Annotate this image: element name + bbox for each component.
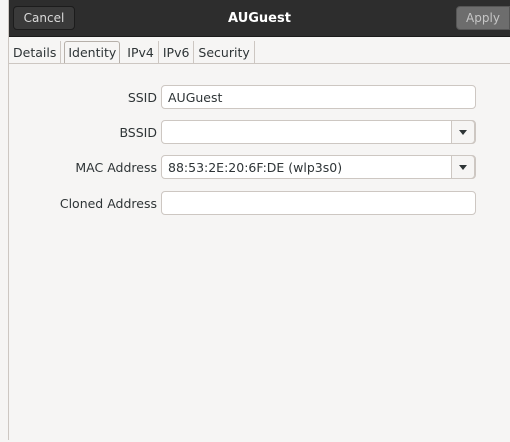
- ssid-input[interactable]: AUGuest: [161, 85, 476, 109]
- tab-bar: Details Identity IPv4 IPv6 Security: [9, 37, 510, 64]
- tab-details[interactable]: Details: [9, 41, 62, 63]
- mac-address-label: MAC Address: [75, 159, 157, 175]
- mac-address-value: 88:53:2E:20:6F:DE (wlp3s0): [168, 159, 343, 175]
- cloned-address-label: Cloned Address: [59, 195, 157, 211]
- bssid-row: BSSID: [9, 120, 510, 144]
- mac-address-dropdown-button[interactable]: [451, 155, 475, 179]
- tab-ipv4[interactable]: IPv4: [123, 41, 159, 63]
- mac-address-combo[interactable]: 88:53:2E:20:6F:DE (wlp3s0): [161, 155, 476, 179]
- cancel-button[interactable]: Cancel: [13, 6, 75, 30]
- bssid-label: BSSID: [119, 124, 157, 140]
- mac-address-row: MAC Address 88:53:2E:20:6F:DE (wlp3s0): [9, 155, 510, 179]
- bssid-combo[interactable]: [161, 120, 476, 144]
- ssid-label: SSID: [127, 89, 157, 105]
- apply-button[interactable]: Apply: [456, 6, 510, 30]
- tab-identity[interactable]: Identity: [64, 41, 121, 63]
- tab-security[interactable]: Security: [194, 41, 255, 63]
- header-bar: AUGuest Cancel Apply: [9, 0, 510, 37]
- cloned-address-row: Cloned Address: [9, 191, 510, 215]
- chevron-down-icon: [459, 164, 467, 170]
- dialog-title: AUGuest: [228, 10, 291, 26]
- identity-panel: SSID AUGuest BSSID MAC Address 88:53:2E:…: [9, 64, 510, 442]
- bssid-dropdown-button[interactable]: [451, 120, 475, 144]
- network-settings-dialog: AUGuest Cancel Apply Details Identity IP…: [8, 0, 510, 440]
- ssid-row: SSID AUGuest: [9, 85, 510, 109]
- cloned-address-input[interactable]: [161, 191, 476, 215]
- tab-ipv6[interactable]: IPv6: [159, 41, 195, 63]
- chevron-down-icon: [459, 129, 467, 135]
